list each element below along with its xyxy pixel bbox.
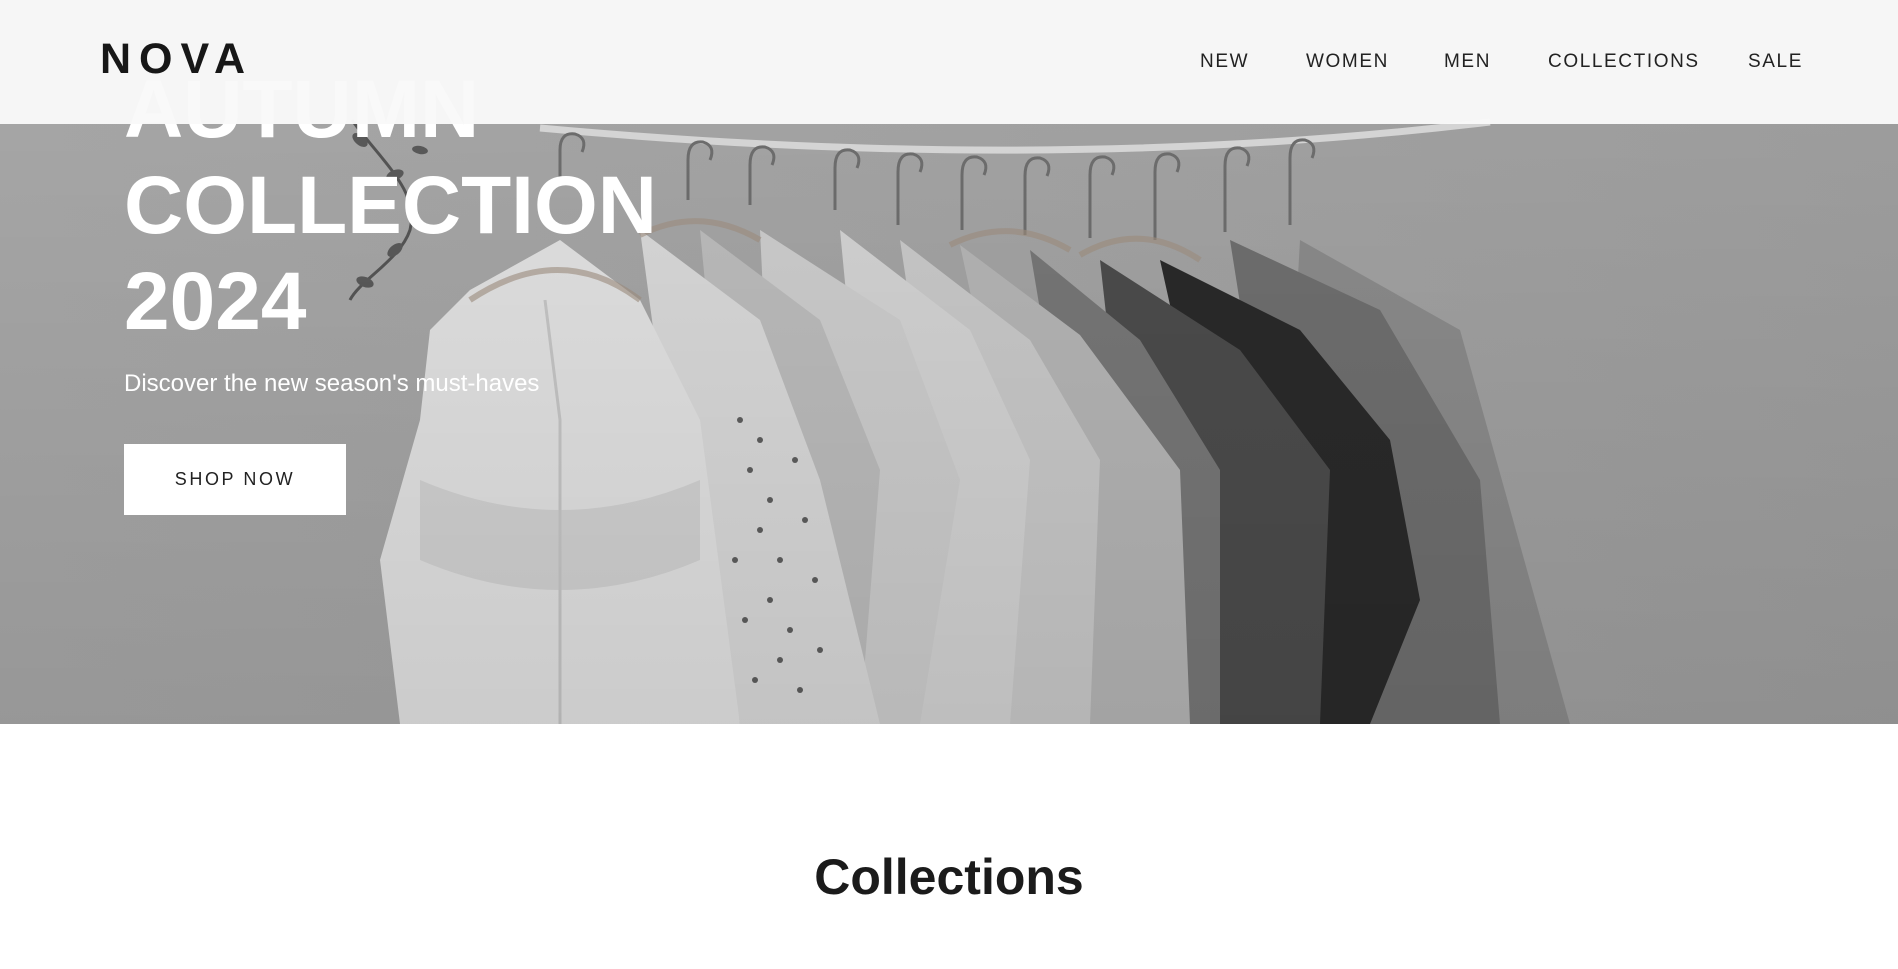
hero-title-line: 2024 bbox=[124, 256, 307, 347]
nav-link-new[interactable]: NEW bbox=[1200, 52, 1249, 72]
site-header: NOVA NEW WOMEN MEN COLLECTIONS SALE bbox=[0, 0, 1898, 124]
nav-link-men[interactable]: MEN bbox=[1444, 52, 1491, 72]
collections-heading: Collections bbox=[814, 849, 1084, 905]
hero-title-line: COLLECTION bbox=[124, 160, 657, 251]
hero-subtitle: Discover the new season's must-haves bbox=[124, 370, 540, 397]
shop-now-button[interactable]: SHOP NOW bbox=[124, 444, 346, 515]
nav-link-sale[interactable]: SALE bbox=[1748, 52, 1803, 72]
nav-link-women[interactable]: WOMEN bbox=[1306, 52, 1389, 72]
main-nav: NEW WOMEN MEN COLLECTIONS SALE bbox=[0, 52, 1898, 76]
nav-link-collections[interactable]: COLLECTIONS bbox=[1548, 52, 1700, 72]
